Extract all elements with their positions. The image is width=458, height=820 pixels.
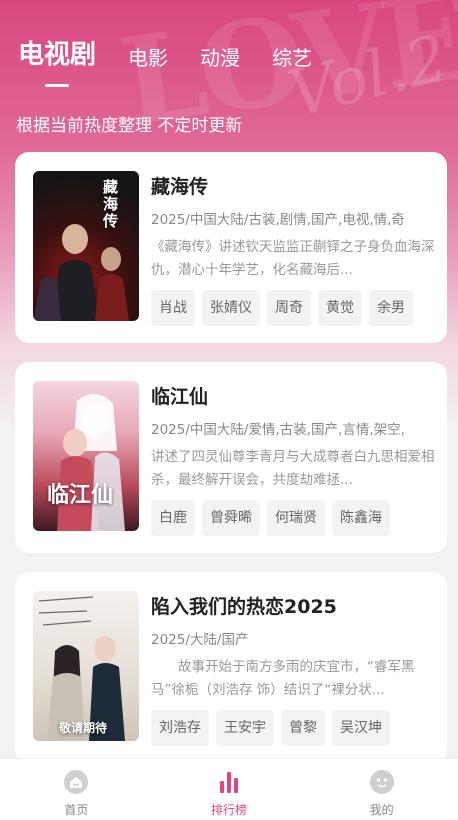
drama-meta: 2025/中国大陆/爱情,古装,国产,言情,架空, [151,422,405,438]
actor-tag[interactable]: 周奇 [267,290,311,326]
bottom-nav: 首页 排行榜 我的 [0,758,458,820]
nav-label: 我的 [369,803,394,817]
poster-image[interactable]: 敬请期待 [33,591,139,741]
actor-list: 刘浩存 王安宇 曾黎 吴汉坤 [151,710,437,746]
tab-label: 电影 [128,46,169,70]
drama-title[interactable]: 临江仙 [151,382,437,410]
poster-image[interactable]: 藏海传 [33,171,139,321]
actor-tag[interactable]: 曾舜晞 [202,500,260,536]
tab-movies[interactable]: 电影 [128,42,168,71]
nav-ranking[interactable]: 排行榜 [153,759,306,820]
drama-description: 故事开始于南方多雨的庆宜市，“睿军黑马”徐栀（刘浩存 饰）结识了“裸分状... [151,659,415,698]
actor-tag[interactable]: 刘浩存 [151,710,209,746]
actor-tag[interactable]: 余男 [369,290,413,326]
drama-description: 讲述了四灵仙尊李青月与大成尊者白九思相爱相杀，最终解开误会，共度劫难拯... [151,449,435,488]
drama-description: 《藏海传》讲述钦天监监正蒯铎之子身负血海深仇，潜心十年学艺，化名藏海后... [151,239,435,278]
poster-title: 临江仙 [47,482,114,508]
page-subtitle: 根据当前热度整理 不定时更新 [16,116,243,136]
drama-list: 藏海传 藏海传 2025/中国大陆/古装,剧情,国产,电视,情,奇 《藏海传》讲… [15,152,447,782]
actor-tag[interactable]: 白鹿 [151,500,195,536]
drama-info: 陷入我们的热恋2025 2025/大陆/国产 故事开始于南方多雨的庆宜市，“睿军… [151,592,437,746]
actor-list: 肖战 张婧仪 周奇 黄觉 余男 [151,290,437,326]
actor-tag[interactable]: 张婧仪 [202,290,260,326]
actor-tag[interactable]: 肖战 [151,290,195,326]
tab-tv-series[interactable]: 电视剧 [18,34,97,87]
drama-meta: 2025/中国大陆/古装,剧情,国产,电视,情,奇 [151,212,405,228]
drama-card[interactable]: 敬请期待 陷入我们的热恋2025 2025/大陆/国产 故事开始于南方多雨的庆宜… [15,572,447,763]
nav-label: 排行榜 [211,803,248,817]
tab-label: 电视剧 [18,40,97,70]
actor-list: 白鹿 曾舜晞 何瑞贤 陈鑫海 [151,500,437,536]
nav-label: 首页 [64,803,89,817]
poster-image[interactable]: 临江仙 [33,381,139,531]
tab-variety[interactable]: 综艺 [272,42,312,71]
drama-info: 临江仙 2025/中国大陆/爱情,古装,国产,言情,架空, 讲述了四灵仙尊李青月… [151,382,437,536]
actor-tag[interactable]: 陈鑫海 [332,500,390,536]
actor-tag[interactable]: 吴汉坤 [332,710,390,746]
tab-anime[interactable]: 动漫 [200,42,240,71]
drama-card[interactable]: 临江仙 临江仙 2025/中国大陆/爱情,古装,国产,言情,架空, 讲述了四灵仙… [15,362,447,553]
drama-card[interactable]: 藏海传 藏海传 2025/中国大陆/古装,剧情,国产,电视,情,奇 《藏海传》讲… [15,152,447,343]
drama-meta: 2025/大陆/国产 [151,632,249,648]
tab-label: 动漫 [200,46,241,70]
actor-tag[interactable]: 曾黎 [281,710,325,746]
actor-tag[interactable]: 何瑞贤 [267,500,325,536]
drama-title[interactable]: 藏海传 [151,172,437,200]
category-tabs: 电视剧 电影 动漫 综艺 [18,34,344,87]
ranking-icon [220,772,238,793]
drama-title[interactable]: 陷入我们的热恋2025 [151,592,437,620]
actor-tag[interactable]: 王安宇 [216,710,274,746]
active-tab-indicator [45,84,69,87]
home-icon [64,770,89,794]
drama-info: 藏海传 2025/中国大陆/古装,剧情,国产,电视,情,奇 《藏海传》讲述钦天监… [151,172,437,326]
actor-tag[interactable]: 黄觉 [318,290,362,326]
poster-title: 敬请期待 [59,721,108,735]
nav-profile[interactable]: 我的 [305,759,458,820]
profile-icon [369,770,394,794]
poster-title: 藏海传 [103,178,119,230]
nav-home[interactable]: 首页 [0,759,153,820]
tab-label: 综艺 [272,46,313,70]
